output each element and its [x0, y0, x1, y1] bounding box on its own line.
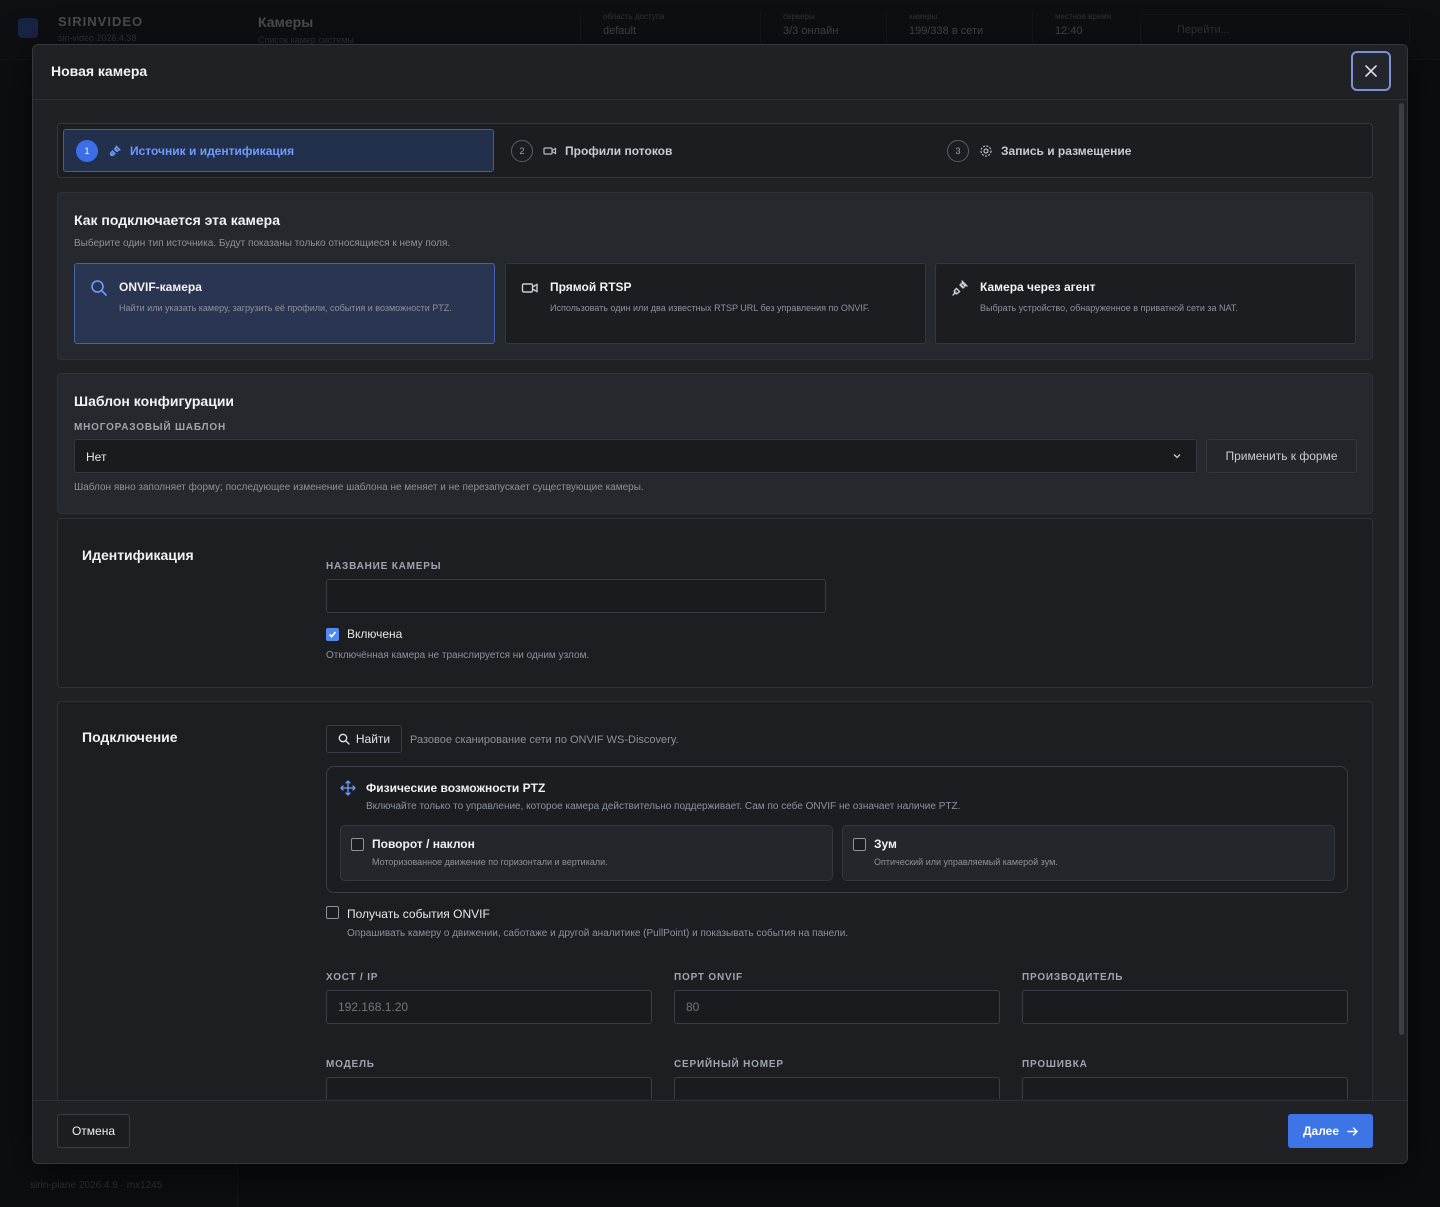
serial-label: Серийный номер [674, 1059, 784, 1070]
ptz-option-title: Поворот / наклон [372, 837, 475, 851]
onvif-events-hint: Опрашивать камеру о движении, саботаже и… [347, 928, 849, 939]
template-label: Многоразовый шаблон [74, 422, 226, 433]
ptz-option-title: Зум [874, 837, 897, 851]
source-option-title: Камера через агент [980, 280, 1096, 294]
onvif-events-checkbox[interactable] [326, 906, 339, 919]
stat-servers: серверы 3/3 онлайн [760, 12, 838, 46]
enabled-checkbox[interactable] [326, 628, 339, 641]
modal-scrollbar[interactable] [1399, 103, 1404, 1035]
stat-cameras: камеры 199/338 в сети [886, 12, 983, 46]
serial-input[interactable] [674, 1077, 1000, 1099]
ptz-capabilities-box: Физические возможности PTZ Включайте тол… [326, 766, 1348, 893]
apply-template-button[interactable]: Применить к форме [1206, 439, 1357, 473]
section-title: Шаблон конфигурации [74, 393, 235, 409]
modal-header: Новая камера [33, 45, 1407, 100]
source-option-onvif[interactable]: ONVIF-камера Найти или указать камеру, з… [74, 263, 495, 344]
template-hint: Шаблон явно заполняет форму; последующее… [74, 482, 644, 493]
chevron-down-icon [1172, 451, 1182, 461]
manufacturer-label: Производитель [1022, 972, 1124, 983]
stat-scope: область доступа default [580, 12, 665, 46]
ptz-title: Физические возможности PTZ [366, 781, 546, 795]
close-button[interactable] [1351, 51, 1391, 91]
source-option-desc: Найти или указать камеру, загрузить её п… [119, 303, 452, 313]
video-icon [521, 279, 539, 297]
manufacturer-input[interactable] [1022, 990, 1348, 1024]
app-brand: SIRINVIDEO [58, 14, 144, 29]
pan-tilt-checkbox[interactable] [351, 838, 364, 851]
arrow-right-icon [1347, 1126, 1359, 1136]
new-camera-modal: Новая камера 1 Источник и идентификация … [32, 44, 1408, 1164]
step-label: Профили потоков [565, 143, 673, 158]
step-label: Источник и идентификация [130, 143, 295, 158]
template-selected-value: Нет [86, 450, 107, 464]
host-label: Хост / IP [326, 972, 379, 983]
step-source[interactable]: 1 Источник и идентификация [63, 129, 494, 172]
section-hint: Выберите один тип источника. Будут показ… [74, 238, 451, 249]
source-option-agent[interactable]: Камера через агент Выбрать устройство, о… [935, 263, 1356, 344]
camera-name-input[interactable] [326, 579, 826, 613]
host-input[interactable] [326, 990, 652, 1024]
video-icon [543, 144, 557, 158]
source-option-desc: Использовать один или два известных RTSP… [550, 303, 870, 313]
source-option-title: ONVIF-камера [119, 280, 202, 294]
find-hint: Разовое сканирование сети по ONVIF WS-Di… [410, 734, 679, 746]
stat-time: местное время 12:40 [1032, 12, 1111, 46]
step-number: 3 [947, 139, 969, 162]
section-title: Подключение [82, 729, 178, 745]
move-icon [340, 780, 356, 796]
close-icon [1365, 65, 1377, 77]
onvif-port-input[interactable] [674, 990, 1000, 1024]
next-button[interactable]: Далее [1288, 1114, 1373, 1148]
firmware-label: Прошивка [1022, 1059, 1088, 1070]
search-icon [90, 279, 108, 297]
model-label: Модель [326, 1059, 375, 1070]
firmware-input[interactable] [1022, 1077, 1348, 1099]
app-logo [18, 18, 38, 38]
ptz-option-pan-tilt[interactable]: Поворот / наклон Моторизованное движение… [340, 825, 833, 881]
model-input[interactable] [326, 1077, 652, 1099]
enabled-label: Включена [347, 627, 403, 641]
ptz-option-desc: Оптический или управляемый камерой зум. [874, 857, 1058, 867]
search-icon [338, 733, 350, 745]
app-version: siri-video 2026.4.38 [58, 33, 137, 43]
modal-title: Новая камера [51, 63, 148, 79]
identification-section: Идентификация Название камеры Включена О… [57, 518, 1373, 688]
find-button-label: Найти [355, 732, 391, 746]
source-option-desc: Выбрать устройство, обнаруженное в прива… [980, 303, 1238, 313]
zoom-checkbox[interactable] [853, 838, 866, 851]
step-label: Запись и размещение [1001, 143, 1132, 158]
connection-section: Подключение Найти Разовое сканирование с… [57, 701, 1373, 1099]
app-search[interactable]: Перейти... [1140, 14, 1410, 46]
step-recording[interactable]: 3 Запись и размещение [935, 129, 1366, 172]
camera-name-label: Название камеры [326, 561, 442, 572]
step-number: 1 [76, 139, 98, 162]
ptz-hint: Включайте только то управление, которое … [366, 801, 961, 812]
step-streams[interactable]: 2 Профили потоков [499, 129, 930, 172]
wizard-stepper: 1 Источник и идентификация 2 Профили пот… [57, 123, 1373, 178]
cancel-button[interactable]: Отмена [57, 1114, 130, 1148]
enabled-hint: Отключённая камера не транслируется ни о… [326, 650, 590, 661]
find-button[interactable]: Найти [326, 725, 402, 753]
plug-icon [951, 279, 969, 297]
section-title: Как подключается эта камера [74, 212, 280, 228]
app-page-title: Камеры [258, 14, 314, 30]
template-select[interactable]: Нет [74, 439, 1197, 473]
onvif-events-label: Получать события ONVIF [347, 907, 490, 921]
template-section: Шаблон конфигурации Многоразовый шаблон … [57, 373, 1373, 514]
step-number: 2 [511, 139, 533, 162]
next-button-label: Далее [1302, 1124, 1340, 1138]
gear-icon [979, 144, 993, 158]
ptz-option-zoom[interactable]: Зум Оптический или управляемый камерой з… [842, 825, 1335, 881]
section-title: Идентификация [82, 547, 194, 563]
source-type-section: Как подключается эта камера Выберите оди… [57, 192, 1373, 360]
source-option-title: Прямой RTSP [550, 280, 632, 294]
modal-body: 1 Источник и идентификация 2 Профили пот… [33, 101, 1407, 1099]
ptz-option-desc: Моторизованное движение по горизонтали и… [372, 857, 608, 867]
onvif-port-label: Порт ONVIF [674, 972, 743, 983]
modal-footer: Отмена Далее [33, 1100, 1407, 1163]
app-footer: sirin-plane 2026.4.8 · mx1245 [30, 1180, 163, 1191]
plug-icon [108, 144, 122, 158]
source-option-rtsp[interactable]: Прямой RTSP Использовать один или два из… [505, 263, 926, 344]
check-icon [328, 631, 337, 638]
